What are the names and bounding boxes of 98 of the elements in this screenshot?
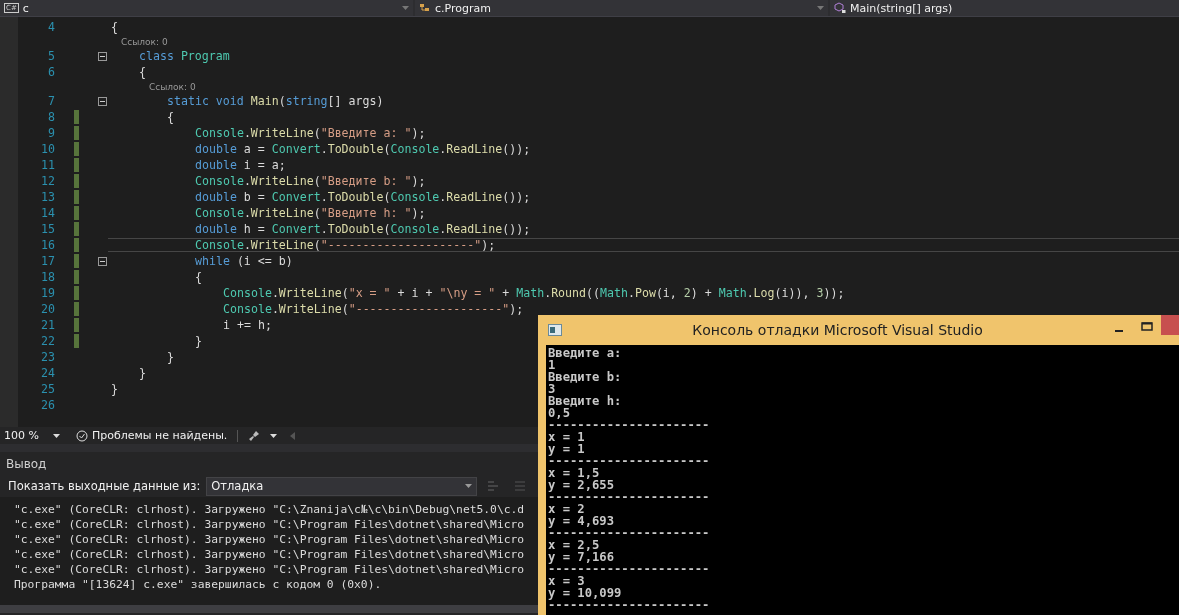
horizontal-scrollbar[interactable] (0, 605, 538, 613)
console-line: ---------------------- (548, 563, 710, 575)
line-number: 26 (40, 398, 55, 412)
line-number: 9 (47, 126, 55, 140)
source-label: Показать выходные данные из: (8, 479, 201, 493)
caret-icon (402, 6, 409, 10)
line-number: 24 (40, 366, 55, 380)
problems-status[interactable]: Проблемы не найдены. (76, 429, 228, 442)
caret-icon (52, 433, 60, 438)
cube-icon (834, 2, 846, 14)
window-title: Консоль отладки Microsoft Visual Studio (691, 322, 984, 338)
console-app-icon (548, 324, 562, 336)
console-line: y = 1 (548, 443, 585, 455)
code-line: { (111, 20, 118, 34)
check-circle-icon (76, 429, 88, 442)
code-line: { (139, 65, 146, 79)
code-line: i += h; (223, 318, 272, 332)
code-line: } (167, 350, 174, 364)
code-line: double h = Convert.ToDouble(Console.ReadLine()); (195, 222, 531, 236)
source-select[interactable]: Отладка (206, 476, 478, 496)
reference-count[interactable]: Ссылок: 0 (149, 81, 196, 92)
output-line: "c.exe" (CoreCLR: clrhost). Загружено "C:\Znanija\c№\c\bin\Debug\net5.0\c.d (14, 502, 525, 517)
console-line: 1 (548, 359, 556, 371)
code-line: Console.WriteLine("Введите a: "); (195, 126, 426, 140)
console-line: ---------------------- (548, 491, 710, 503)
line-number: 7 (47, 94, 55, 108)
collapse-icon[interactable] (97, 96, 107, 106)
brush-icon[interactable] (248, 429, 261, 442)
code-line: Console.WriteLine("---------------------"); (223, 302, 524, 316)
code-line: double i = a; (195, 158, 286, 172)
line-number: 5 (47, 49, 55, 63)
code-line: double b = Convert.ToDouble(Console.ReadLine()); (195, 190, 531, 204)
console-line: 0,5 (548, 407, 570, 419)
code-line: double a = Convert.ToDouble(Console.ReadLine()); (195, 142, 531, 156)
navigation-dropdown[interactable]: c.Program (415, 0, 828, 16)
line-number: 13 (40, 190, 55, 204)
console-line: ---------------------- (548, 527, 710, 539)
caret-icon (817, 6, 824, 10)
console-line: Введите b: (548, 371, 622, 383)
code-line: { (195, 270, 202, 284)
console-line: x = 2,5 (548, 539, 600, 551)
console-line: y = 4,693 (548, 515, 615, 527)
line-number: 10 (40, 142, 55, 156)
console-line: ---------------------- (548, 599, 710, 611)
line-number: 20 (40, 302, 55, 316)
output-line: Программа "[13624] c.exe" завершилась с кодом 0 (0x0). (14, 577, 382, 592)
line-number: 15 (40, 222, 55, 236)
line-number: 21 (40, 318, 55, 332)
zoom-dropdown[interactable]: 100 % (4, 429, 66, 442)
code-line: Console.WriteLine("---------------------"); (195, 238, 496, 252)
code-line: while (i <= b) (195, 254, 293, 268)
line-number: 11 (40, 158, 55, 172)
panel-title: Вывод (5, 456, 48, 473)
output-line: "c.exe" (CoreCLR: clrhost). Загружено "C:\Program Files\dotnet\shared\Micro (14, 547, 525, 562)
line-number: 16 (40, 238, 55, 252)
line-number: 17 (40, 254, 55, 268)
console-line: y = 10,099 (548, 587, 622, 599)
line-number: 18 (40, 270, 55, 284)
code-line: static void Main(string[] args) (167, 94, 384, 108)
console-line: y = 7,166 (548, 551, 615, 563)
collapse-icon[interactable] (97, 256, 107, 266)
console-line: 3 (548, 383, 556, 395)
line-number: 4 (47, 20, 55, 34)
code-line: class Program (139, 49, 230, 63)
line-number: 8 (47, 110, 55, 124)
output-line: "c.exe" (CoreCLR: clrhost). Загружено "C:\Program Files\dotnet\shared\Micro (14, 517, 525, 532)
reference-count[interactable]: Ссылок: 0 (121, 36, 168, 47)
line-number: 23 (40, 350, 55, 364)
maximize-icon[interactable] (1141, 320, 1153, 332)
code-line: Console.WriteLine("Введите b: "); (195, 174, 426, 188)
line-number: 25 (40, 382, 55, 396)
console-line: ---------------------- (548, 455, 710, 467)
collapse-icon[interactable] (97, 51, 107, 61)
console-line: x = 3 (548, 575, 585, 587)
caret-icon (270, 433, 278, 438)
console-line: Введите a: (548, 347, 622, 359)
code-line: } (111, 382, 118, 396)
output-line: "c.exe" (CoreCLR: clrhost). Загружено "C:\Program Files\dotnet\shared\Micro (14, 532, 525, 547)
console-line: x = 2 (548, 503, 585, 515)
console-line: x = 1,5 (548, 467, 600, 479)
line-number: 22 (40, 334, 55, 348)
console-line: y = 2,655 (548, 479, 615, 491)
line-number: 19 (40, 286, 55, 300)
console-line: Введите h: (548, 395, 622, 407)
code-line: { (167, 110, 174, 124)
code-line: Console.WriteLine("x = " + i + "\ny = " + Math.Round((Math.Pow(i, 2) + Math.Log(i)), 3)); (223, 286, 845, 300)
class-icon (419, 2, 431, 14)
line-number: 12 (40, 174, 55, 188)
code-line: } (139, 366, 146, 380)
navigation-dropdown[interactable]: Main(string[] args) (830, 0, 1179, 16)
line-number: 14 (40, 206, 55, 220)
caret-icon (465, 484, 473, 488)
output-line: "c.exe" (CoreCLR: clrhost). Загружено "C:\Program Files\dotnet\shared\Micro (14, 562, 525, 577)
code-line: } (195, 334, 202, 348)
console-line: x = 1 (548, 431, 585, 443)
console-line: ---------------------- (548, 419, 710, 431)
line-number: 6 (47, 65, 55, 79)
code-line: Console.WriteLine("Введите h: "); (195, 206, 426, 220)
